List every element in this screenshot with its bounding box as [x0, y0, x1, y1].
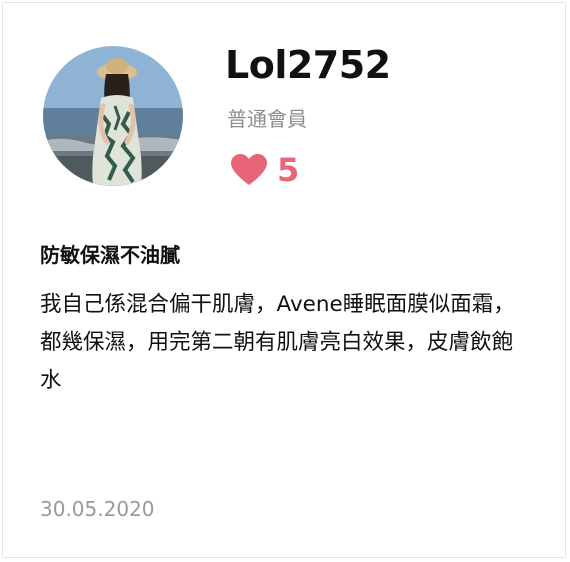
review-title: 防敏保濕不油膩 — [40, 243, 180, 267]
heart-icon — [231, 154, 267, 185]
avatar-photo — [43, 46, 183, 186]
review-body: 我自己係混合偏干肌膚，Avene睡眠面膜似面霜，都幾保濕，用完第二朝有肌膚亮白效… — [40, 292, 515, 393]
avatar[interactable] — [43, 46, 183, 186]
review-date: 30.05.2020 — [40, 497, 155, 521]
review-card: Lol2752 普通會員 5 防敏保濕不油膩 我自己係混合偏干肌膚，Avene睡… — [2, 2, 566, 558]
member-level: 普通會員 — [227, 107, 307, 131]
like-count: 5 — [277, 151, 300, 189]
like-button[interactable]: 5 — [231, 151, 299, 189]
username: Lol2752 — [225, 43, 391, 87]
